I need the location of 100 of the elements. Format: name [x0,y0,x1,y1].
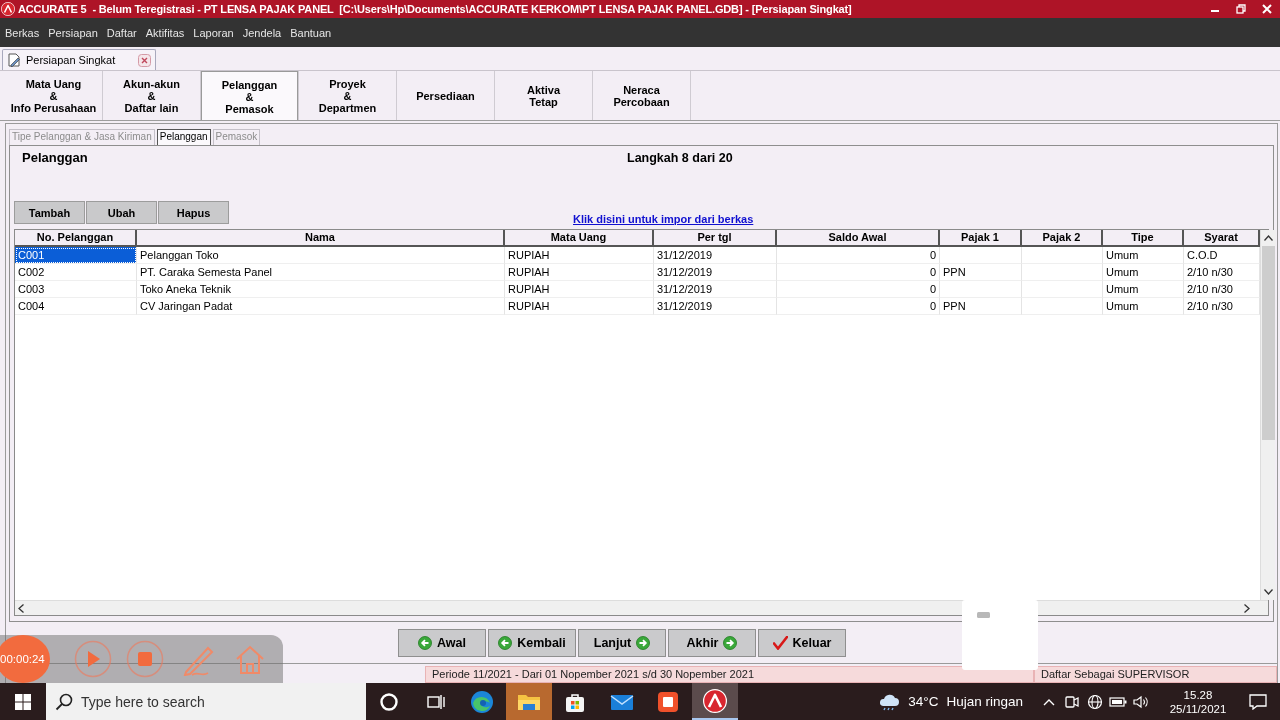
table-cell[interactable]: Pelanggan Toko [137,247,505,264]
nav-button[interactable]: Akhir [668,628,756,657]
table-cell[interactable]: C004 [15,298,137,315]
column-header[interactable]: Pajak 2 [1022,230,1103,247]
menu-item[interactable]: Persiapan [48,26,98,39]
check-icon [772,635,788,650]
menu-item[interactable]: Jendela [242,26,282,39]
column-header[interactable]: No. Pelanggan [15,230,137,247]
table-cell[interactable]: Umum [1103,281,1184,298]
table-cell[interactable]: 0 [777,298,940,315]
column-header[interactable]: Per tgl [654,230,777,247]
nav-button[interactable]: Keluar [758,628,846,657]
table-cell[interactable]: PPN [940,264,1022,281]
step-tab[interactable]: Mata Uang & Info Perusahaan [5,71,103,120]
speaker-icon[interactable] [1132,694,1149,709]
table-cell[interactable] [940,281,1022,298]
caret-left-icon[interactable] [18,603,24,613]
table-cell[interactable]: 0 [777,247,940,264]
cloud-rain-icon[interactable] [878,692,901,711]
table-cell[interactable]: Umum [1103,298,1184,315]
table-cell[interactable] [940,247,1022,264]
table-cell[interactable]: C001 [15,247,137,264]
vertical-scrollbar[interactable] [1260,230,1275,600]
table-cell[interactable]: 31/12/2019 [654,281,777,298]
menu-item[interactable]: Laporan [193,26,234,39]
table-cell[interactable]: PT. Caraka Semesta Panel [137,264,505,281]
column-header[interactable]: Nama [137,230,505,247]
column-header[interactable]: Syarat [1184,230,1260,247]
status-text: Daftar Sebagai SUPERVISOR [1034,666,1277,683]
table-cell[interactable]: Umum [1103,247,1184,264]
step-tab[interactable]: Pelanggan & Pemasok [201,71,299,120]
table-cell[interactable]: RUPIAH [505,281,654,298]
menu-item[interactable]: Daftar [106,26,137,39]
battery-icon[interactable] [1108,695,1127,708]
globe-icon[interactable] [1086,693,1103,710]
section-title: Pelanggan [21,150,89,165]
caret-down-icon[interactable] [1264,589,1273,595]
table-cell[interactable]: Umum [1103,264,1184,281]
search-field[interactable]: Type here to search [46,683,366,720]
clock-time[interactable]: 15.28 [1183,687,1213,702]
sub-tab[interactable]: Pelanggan [156,129,211,145]
table-cell[interactable]: RUPIAH [505,264,654,281]
table-cell[interactable]: 0 [777,264,940,281]
table-cell[interactable] [1022,247,1103,264]
table-cell[interactable]: C.O.D [1184,247,1260,264]
table-cell[interactable]: Toko Aneka Teknik [137,281,505,298]
action-button[interactable]: Ubah [86,201,157,224]
step-tab[interactable]: Neraca Percobaan [593,71,691,120]
logo-icon [1,2,15,16]
nav-button[interactable]: Kembali [488,628,576,657]
step-tab[interactable]: Aktiva Tetap [495,71,593,120]
column-header[interactable]: Mata Uang [505,230,654,247]
taskbar-button[interactable] [505,683,552,720]
step-tab[interactable]: Persediaan [397,71,495,120]
nav-button[interactable]: Lanjut [578,628,666,657]
column-header[interactable]: Saldo Awal [777,230,940,247]
document-tab-label: Persiapan Singkat [26,54,117,66]
window-title: ACCURATE 5 - Belum Teregistrasi - PT LENSA PAJAK PANEL [C:\Users\Hp\Documents\ACCURATE KERKOM\PT LENSA PAJAK PANEL.GDB] - [Persiapan Singkat] [18,3,853,15]
restore-icon[interactable] [1236,4,1246,14]
envelope-icon [609,692,634,711]
table-cell[interactable]: 0 [777,281,940,298]
horizontal-scrollbar[interactable] [15,600,1268,615]
table-cell[interactable]: PPN [940,298,1022,315]
camera-icon[interactable] [1064,693,1079,710]
document-tab[interactable]: Persiapan Singkat [2,49,156,70]
clock-date[interactable]: 25/11/2021 [1169,701,1227,716]
bar-icon [977,612,990,618]
table-cell[interactable]: 2/10 n/30 [1184,298,1260,315]
table-cell[interactable] [1022,298,1103,315]
table-cell[interactable] [1022,264,1103,281]
scrollbar-thumb[interactable] [1262,246,1275,440]
table-cell[interactable]: 31/12/2019 [654,264,777,281]
action-button[interactable]: Tambah [14,201,85,224]
table-cell[interactable]: C002 [15,264,137,281]
nav-button[interactable]: Awal [398,628,486,657]
table-cell[interactable]: 2/10 n/30 [1184,281,1260,298]
step-tab[interactable]: Proyek & Departmen [299,71,397,120]
menu-item[interactable]: Berkas [5,26,40,39]
import-link[interactable]: Klik disini untuk impor dari berkas [573,213,754,225]
weather-text: Hujan ringan [946,694,1023,709]
table-cell[interactable]: C003 [15,281,137,298]
menu-item[interactable]: Aktifitas [145,26,185,39]
caret-up-icon[interactable] [1264,235,1273,241]
notification-icon[interactable] [1249,693,1267,710]
table-cell[interactable]: 31/12/2019 [654,298,777,315]
table-cell[interactable]: RUPIAH [505,298,654,315]
close-icon[interactable] [138,53,151,67]
table-cell[interactable]: CV Jaringan Padat [137,298,505,315]
caret-right-icon[interactable] [1244,603,1250,613]
column-header[interactable]: Tipe [1103,230,1184,247]
menu-item[interactable]: Bantuan [290,26,332,39]
action-button[interactable]: Hapus [158,201,229,224]
column-header[interactable]: Pajak 1 [940,230,1022,247]
table-cell[interactable]: 31/12/2019 [654,247,777,264]
table-cell[interactable] [1022,281,1103,298]
table-cell[interactable]: 2/10 n/30 [1184,264,1260,281]
table-cell[interactable]: RUPIAH [505,247,654,264]
taskbar-button[interactable] [691,683,738,720]
edit-document-icon [7,53,21,67]
windows-logo-icon[interactable] [15,693,31,710]
